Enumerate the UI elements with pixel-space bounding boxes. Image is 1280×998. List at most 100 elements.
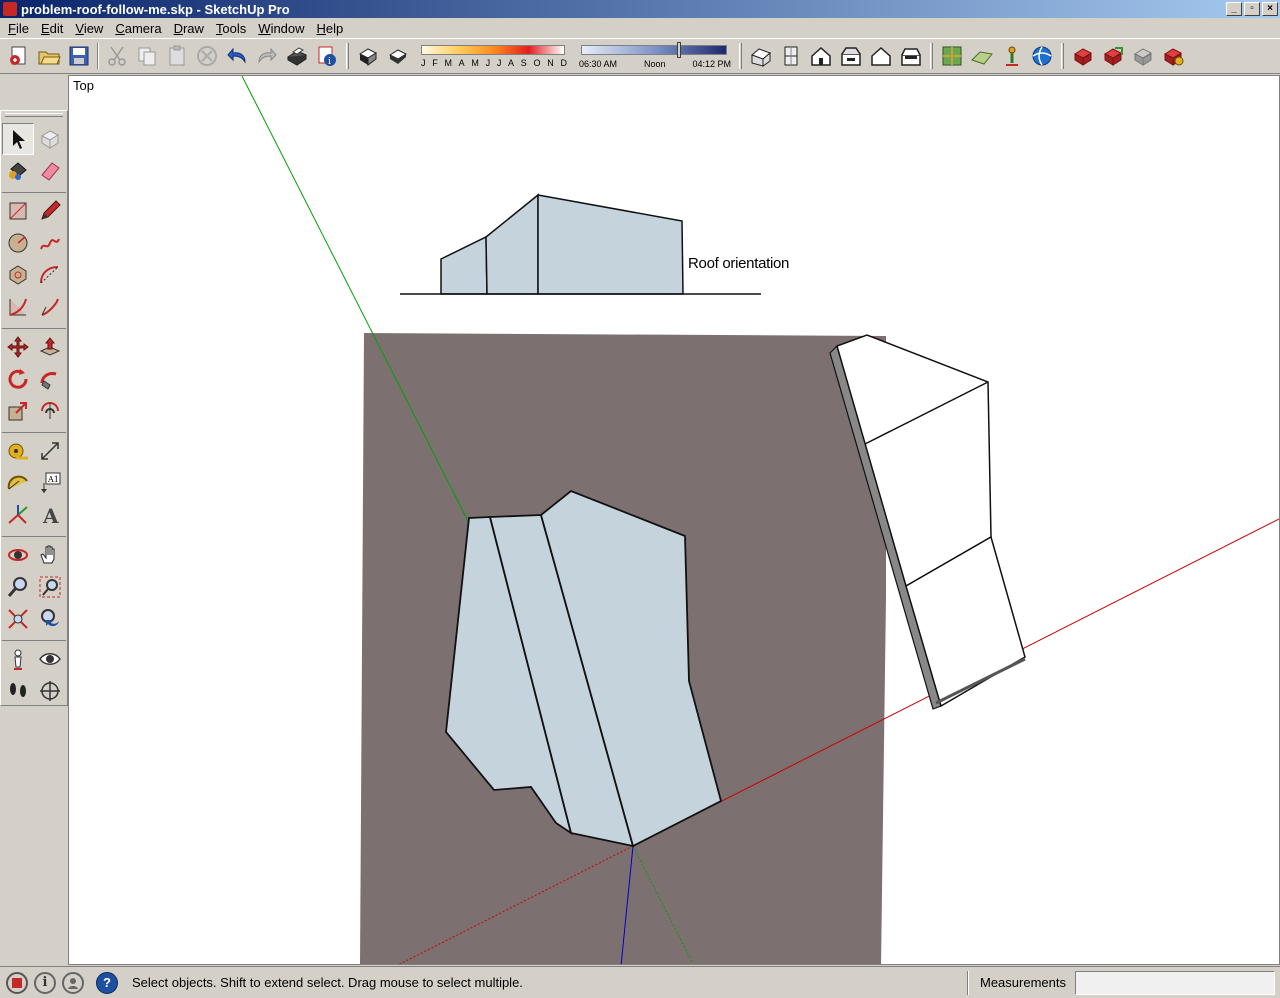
position-camera-tool-button[interactable] (2, 643, 34, 675)
eraser-tool-button[interactable] (34, 155, 66, 187)
open-file-button[interactable] (34, 41, 64, 71)
credits-info-icon[interactable]: i (34, 971, 56, 994)
roof-profile-middle[interactable] (485, 193, 539, 295)
date-slider-track[interactable] (421, 45, 565, 55)
select-tool-button[interactable] (2, 123, 34, 155)
component-settings-button[interactable] (1068, 41, 1098, 71)
zoom-extents-tool-button[interactable] (2, 603, 34, 635)
component-attributes-button[interactable] (1158, 41, 1188, 71)
menu-help[interactable]: Help (311, 21, 350, 36)
rotate-tool-button[interactable] (2, 363, 34, 395)
left-view-button[interactable] (896, 41, 926, 71)
protractor-tool-button[interactable] (2, 467, 34, 499)
get-models-button[interactable] (1027, 41, 1057, 71)
geo-location-icon[interactable] (6, 971, 28, 994)
top-view-button[interactable] (776, 41, 806, 71)
user-account-icon[interactable] (62, 971, 84, 994)
tape-measure-tool-button[interactable] (2, 435, 34, 467)
restore-button[interactable]: ▫ (1244, 2, 1260, 16)
zoom-tool-button[interactable] (2, 571, 34, 603)
circle-tool-button[interactable] (2, 227, 34, 259)
polygon-icon (9, 265, 27, 285)
place-pin-icon (1006, 46, 1018, 66)
zoom-window-tool-button[interactable] (34, 571, 66, 603)
get-current-view-button[interactable] (937, 41, 967, 71)
close-button[interactable]: × (1262, 2, 1278, 16)
move-tool-button[interactable] (2, 331, 34, 363)
erase-selection-button[interactable] (192, 41, 222, 71)
back-house-icon (871, 46, 891, 66)
walk-tool-button[interactable] (2, 675, 34, 707)
shadow-time-slider[interactable]: 06:30 AM Noon 04:12 PM (579, 41, 731, 71)
instructor-help-icon[interactable]: ? (96, 971, 118, 994)
shadow-date-slider[interactable]: J F M A M J J A S O N D (419, 41, 569, 71)
paste-button[interactable] (162, 41, 192, 71)
pie-tool-button[interactable] (34, 291, 66, 323)
scale-tool-button[interactable] (2, 395, 34, 427)
measurements-input[interactable] (1075, 971, 1275, 995)
arc-tool-button[interactable] (34, 259, 66, 291)
menu-window[interactable]: Window (252, 21, 310, 36)
iso-view-button[interactable] (746, 41, 776, 71)
two-point-arc-tool-button[interactable] (2, 291, 34, 323)
menu-camera[interactable]: Camera (109, 21, 167, 36)
menu-view[interactable]: View (69, 21, 109, 36)
look-around-tool-button[interactable] (34, 643, 66, 675)
right-view-button[interactable] (836, 41, 866, 71)
offset-tool-button[interactable] (34, 395, 66, 427)
line-tool-button[interactable] (34, 195, 66, 227)
previous-view-tool-button[interactable] (34, 603, 66, 635)
make-component-tool-button[interactable] (34, 123, 66, 155)
menu-draw[interactable]: Draw (168, 21, 210, 36)
front-view-button[interactable] (806, 41, 836, 71)
paint-bucket-tool-button[interactable] (2, 155, 34, 187)
select-arrow-icon (13, 130, 25, 149)
redo-button[interactable] (252, 41, 282, 71)
dynamic-component-button[interactable] (1128, 41, 1158, 71)
roof-orientation-text[interactable]: Roof orientation (688, 255, 789, 272)
menu-file[interactable]: File (2, 21, 35, 36)
time-slider-thumb[interactable] (677, 42, 681, 58)
follow-me-tool-button[interactable] (34, 363, 66, 395)
dimension-tool-button[interactable] (34, 435, 66, 467)
shadow-toggle-icon (388, 49, 408, 64)
minimize-button[interactable]: _ (1226, 2, 1242, 16)
month-label: M (444, 58, 452, 68)
roof-profile-right[interactable] (537, 194, 684, 295)
section-plane-tool-button[interactable] (34, 675, 66, 707)
make-component-icon (40, 130, 60, 149)
cut-button[interactable] (102, 41, 132, 71)
terrain-icon (971, 51, 993, 65)
model-viewport[interactable]: Top Roof orientation (68, 75, 1280, 965)
print-button[interactable] (282, 41, 312, 71)
roof-profile-left[interactable] (440, 235, 488, 295)
push-pull-tool-button[interactable] (34, 331, 66, 363)
status-message: Select objects. Shift to extend select. … (132, 975, 523, 990)
menu-tools[interactable]: Tools (210, 21, 252, 36)
pan-tool-button[interactable] (34, 539, 66, 571)
window-title: problem-roof-follow-me.skp - SketchUp Pr… (21, 1, 290, 17)
orbit-tool-button[interactable] (2, 539, 34, 571)
axes-tool-button[interactable] (2, 499, 34, 531)
month-label: S (520, 58, 527, 68)
place-model-button[interactable] (997, 41, 1027, 71)
3d-text-tool-button[interactable]: A (34, 499, 66, 531)
model-info-button[interactable]: i (312, 41, 342, 71)
toggle-terrain-button[interactable] (967, 41, 997, 71)
undo-button[interactable] (222, 41, 252, 71)
back-view-button[interactable] (866, 41, 896, 71)
new-file-button[interactable] (4, 41, 34, 71)
time-slider-track[interactable] (581, 45, 727, 55)
copy-button[interactable] (132, 41, 162, 71)
model-scene[interactable] (69, 76, 1280, 965)
polygon-tool-button[interactable] (2, 259, 34, 291)
share-component-button[interactable] (1098, 41, 1128, 71)
month-label: J (421, 58, 426, 68)
save-button[interactable] (64, 41, 94, 71)
display-shadows-button[interactable] (383, 41, 413, 71)
text-tool-button[interactable]: A1 (34, 467, 66, 499)
freehand-tool-button[interactable] (34, 227, 66, 259)
shadow-settings-button[interactable] (353, 41, 383, 71)
menu-edit[interactable]: Edit (35, 21, 69, 36)
rectangle-tool-button[interactable] (2, 195, 34, 227)
